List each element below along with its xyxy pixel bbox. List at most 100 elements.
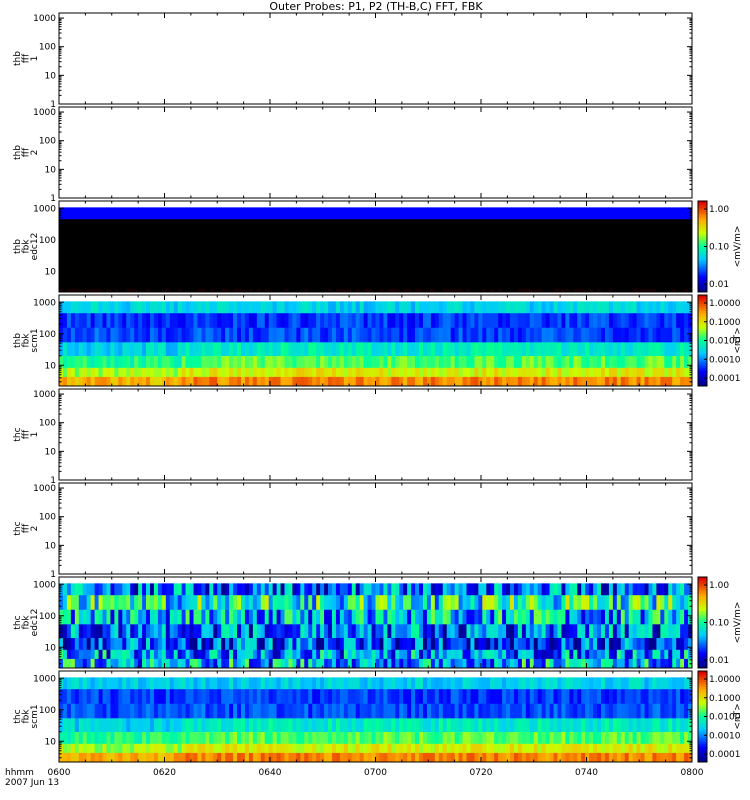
heatmap-cell bbox=[438, 609, 444, 625]
heatmap-cell bbox=[153, 677, 159, 690]
heatmap-cell bbox=[593, 637, 598, 651]
colorbar-cell bbox=[698, 615, 707, 619]
heatmap-cell bbox=[102, 658, 107, 669]
heatmap-cell bbox=[684, 342, 689, 357]
heatmap-cell bbox=[169, 248, 175, 263]
heatmap-cell bbox=[189, 718, 194, 733]
heatmap-cell bbox=[454, 273, 459, 284]
heatmap-cell bbox=[502, 649, 507, 660]
heatmap-cell bbox=[486, 731, 491, 745]
heatmap-cell bbox=[383, 233, 388, 249]
heatmap-cell bbox=[419, 313, 424, 329]
heatmap-cell bbox=[474, 273, 479, 284]
heatmap-cell bbox=[181, 649, 186, 660]
heatmap-cell bbox=[308, 327, 313, 343]
heatmap-cell bbox=[593, 583, 598, 596]
heatmap-cell bbox=[118, 301, 123, 314]
heatmap-cell bbox=[438, 595, 444, 611]
heatmap-cell bbox=[98, 355, 103, 369]
heatmap-cell bbox=[102, 752, 107, 763]
heatmap-cell bbox=[612, 261, 618, 275]
heatmap-cell bbox=[446, 273, 452, 284]
heatmap-cell bbox=[268, 583, 274, 596]
heatmap-cell bbox=[446, 649, 452, 660]
heatmap-cell bbox=[446, 301, 452, 314]
heatmap-cell bbox=[573, 273, 578, 284]
heatmap-cell bbox=[371, 327, 376, 343]
heatmap-cell bbox=[240, 273, 246, 284]
heatmap-cell bbox=[288, 219, 293, 235]
heatmap-cell bbox=[632, 367, 638, 378]
heatmap-cell bbox=[656, 637, 661, 651]
heatmap-cell bbox=[506, 301, 511, 314]
heatmap-cell bbox=[221, 583, 226, 596]
heatmap-cell bbox=[300, 609, 305, 625]
heatmap-cell bbox=[94, 261, 99, 275]
heatmap-cell bbox=[173, 731, 179, 745]
heatmap-cell bbox=[213, 367, 218, 378]
heatmap-cell bbox=[553, 658, 558, 669]
y-tick-label: 100 bbox=[39, 137, 56, 147]
heatmap-cell bbox=[419, 355, 424, 369]
heatmap-cell bbox=[142, 731, 147, 745]
heatmap-cell bbox=[541, 367, 547, 378]
heatmap-cell bbox=[513, 703, 519, 719]
heatmap-cell bbox=[557, 301, 562, 314]
heatmap-cell bbox=[577, 313, 582, 329]
heatmap-cell bbox=[430, 624, 436, 639]
heatmap-cell bbox=[308, 273, 313, 284]
colorbar-cell bbox=[698, 205, 707, 209]
heatmap-cell bbox=[589, 583, 594, 596]
heatmap-cell bbox=[213, 355, 218, 369]
heatmap-cell bbox=[173, 583, 179, 596]
heatmap-cell bbox=[367, 743, 372, 754]
heatmap-cell bbox=[608, 301, 614, 314]
heatmap-cell bbox=[201, 624, 206, 639]
heatmap-cell bbox=[597, 649, 602, 660]
heatmap-cell bbox=[652, 301, 657, 314]
heatmap-cell bbox=[577, 649, 582, 660]
heatmap-cell bbox=[229, 273, 234, 284]
colorbar-cell bbox=[698, 354, 707, 357]
heatmap-cell bbox=[244, 718, 250, 733]
heatmap-cell bbox=[248, 649, 254, 660]
heatmap-cell bbox=[90, 219, 96, 235]
heatmap-cell bbox=[213, 261, 218, 275]
heatmap-cell bbox=[312, 248, 317, 263]
heatmap-cell bbox=[533, 248, 539, 263]
heatmap-cell bbox=[450, 327, 456, 343]
heatmap-cell bbox=[419, 703, 424, 719]
heatmap-cell bbox=[126, 595, 131, 611]
heatmap-cell bbox=[272, 342, 277, 357]
colorbar-cell bbox=[698, 276, 707, 279]
heatmap-cell bbox=[383, 658, 388, 669]
heatmap-cell bbox=[664, 233, 669, 249]
heatmap-cell bbox=[284, 752, 289, 763]
heatmap-cell bbox=[328, 233, 333, 249]
heatmap-cell bbox=[134, 207, 139, 220]
heatmap-cell bbox=[446, 658, 452, 669]
heatmap-cell bbox=[403, 583, 408, 596]
heatmap-cell bbox=[201, 609, 206, 625]
heatmap-cell bbox=[324, 658, 329, 669]
heatmap-cell bbox=[276, 583, 281, 596]
heatmap-cell bbox=[640, 273, 645, 284]
heatmap-cell bbox=[494, 595, 499, 611]
heatmap-cell bbox=[229, 743, 234, 754]
heatmap-cell bbox=[490, 624, 495, 639]
colorbar-cell bbox=[698, 203, 707, 206]
heatmap-cell bbox=[391, 207, 396, 220]
heatmap-cell bbox=[533, 658, 539, 669]
heatmap-cell bbox=[498, 367, 503, 378]
heatmap-cell bbox=[146, 731, 151, 745]
heatmap-cell bbox=[470, 703, 475, 719]
heatmap-cell bbox=[225, 248, 230, 263]
heatmap-cell bbox=[126, 583, 131, 596]
heatmap-cell bbox=[490, 301, 495, 314]
heatmap-cell bbox=[608, 313, 614, 329]
heatmap-cell bbox=[660, 583, 665, 596]
heatmap-cell bbox=[506, 248, 511, 263]
heatmap-cell bbox=[165, 313, 171, 329]
heatmap-cell bbox=[276, 752, 281, 763]
heatmap-cell bbox=[256, 313, 262, 329]
